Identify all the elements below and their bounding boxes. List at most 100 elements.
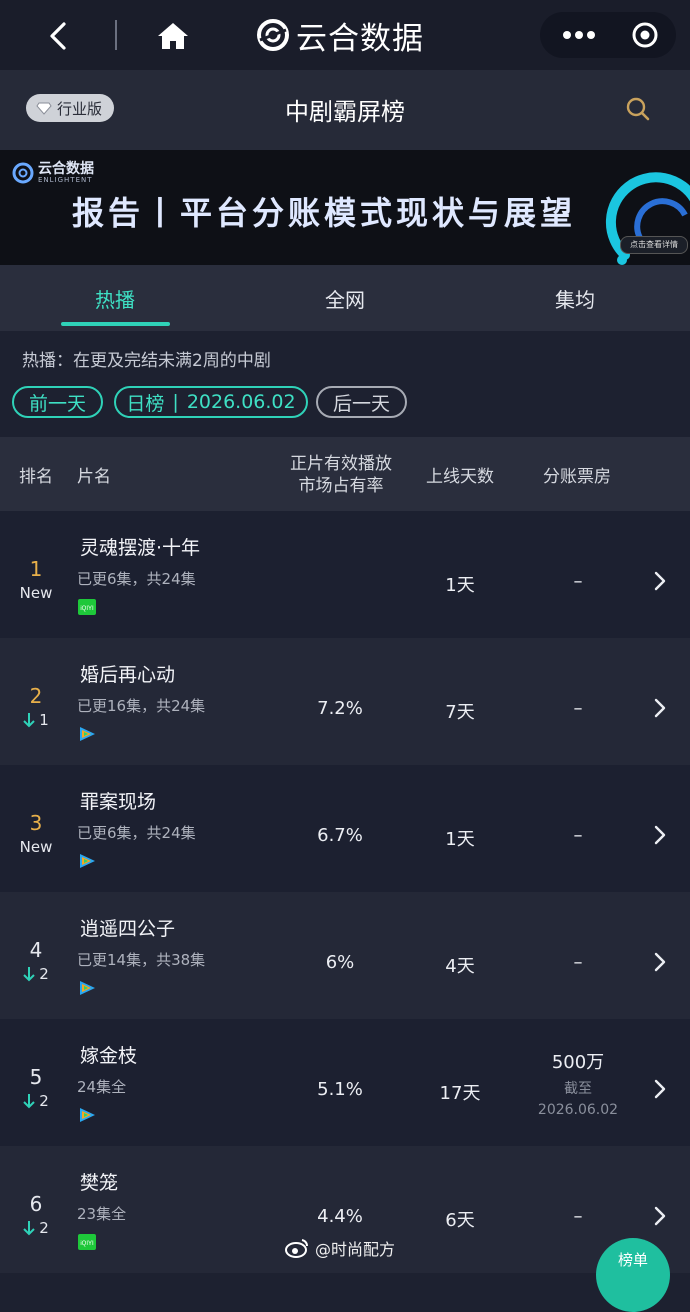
next-day-button[interactable]: 后一天 bbox=[316, 386, 407, 418]
arrow-down-icon bbox=[23, 967, 35, 982]
rank-change: 2 bbox=[0, 1092, 72, 1110]
home-icon bbox=[158, 23, 188, 49]
days-online-value: 1天 bbox=[445, 829, 475, 850]
brand-name: 云合数据 bbox=[296, 20, 424, 57]
more-dots-icon bbox=[563, 31, 595, 39]
rank-number: 2 bbox=[29, 684, 43, 708]
tencent-video-icon bbox=[80, 854, 95, 868]
platform-badge bbox=[78, 1107, 96, 1123]
search-button[interactable] bbox=[618, 92, 658, 126]
rank-change: 1 bbox=[0, 711, 72, 729]
chevron-right-icon[interactable] bbox=[650, 1078, 670, 1100]
episode-status: 24集全 bbox=[77, 1078, 127, 1096]
box-office-value: – bbox=[573, 952, 583, 973]
drama-title: 樊笼 bbox=[80, 1172, 119, 1194]
banner-logo-text: 云合数据 bbox=[38, 161, 94, 177]
arrow-down-icon bbox=[23, 1221, 35, 1236]
days-online-value: 17天 bbox=[439, 1083, 481, 1104]
page-header: 行业版 中剧霸屏榜 bbox=[0, 70, 690, 150]
watermark-text: @时尚配方 bbox=[315, 1240, 396, 1259]
drama-title: 嫁金枝 bbox=[80, 1045, 138, 1067]
rank-change-value: 1 bbox=[39, 711, 49, 729]
table-row[interactable]: 3 New 罪案现场 已更6集，共24集 6.7% 1天 – bbox=[0, 765, 690, 892]
box-office-value: – bbox=[573, 698, 583, 719]
tab-all-network[interactable]: 全网 bbox=[230, 265, 460, 331]
box-office-note-date: 2026.06.02 bbox=[537, 1102, 619, 1118]
rank-number: 4 bbox=[29, 938, 43, 962]
banner-logo: 云合数据 ENLIGHTENT bbox=[12, 162, 94, 184]
arrow-down-icon bbox=[23, 1094, 35, 1109]
episode-status: 已更14集，共38集 bbox=[77, 951, 206, 969]
chevron-right-icon[interactable] bbox=[650, 697, 670, 719]
drama-title: 逍遥四公子 bbox=[80, 918, 176, 940]
home-button[interactable] bbox=[150, 14, 196, 58]
rank-change-value: 2 bbox=[39, 1219, 49, 1237]
rank-new-label: New bbox=[19, 838, 53, 856]
platform-badge: iQIYI bbox=[78, 599, 96, 615]
rank-change: 2 bbox=[0, 965, 72, 983]
rank-change-value: 2 bbox=[39, 965, 49, 983]
active-tab-indicator bbox=[61, 322, 170, 326]
float-board-button[interactable]: 榜单 bbox=[596, 1238, 670, 1312]
chevron-right-icon[interactable] bbox=[650, 824, 670, 846]
back-button[interactable] bbox=[36, 14, 80, 58]
prev-day-button[interactable]: 前一天 bbox=[12, 386, 103, 418]
table-row[interactable]: 2 1 婚后再心动 已更16集，共24集 7.2% 7天 – bbox=[0, 638, 690, 765]
days-online-value: 6天 bbox=[445, 1210, 475, 1231]
platform-badge bbox=[78, 726, 96, 742]
date-label: 2026.06.02 bbox=[186, 391, 296, 413]
chevron-right-icon[interactable] bbox=[650, 951, 670, 973]
platform-badge bbox=[78, 980, 96, 996]
page-title: 中剧霸屏榜 bbox=[285, 98, 405, 126]
market-share-value: 6.7% bbox=[317, 825, 363, 846]
box-office-value: – bbox=[573, 1206, 583, 1227]
tencent-video-icon bbox=[80, 1108, 95, 1122]
market-share-value: 5.1% bbox=[317, 1079, 363, 1100]
arrow-down-icon bbox=[23, 713, 35, 728]
market-share-value: 6% bbox=[325, 952, 355, 973]
tencent-video-icon bbox=[80, 727, 95, 741]
market-share-value: 7.2% bbox=[317, 698, 363, 719]
table-row[interactable]: 4 2 逍遥四公子 已更14集，共38集 6% 4天 – bbox=[0, 892, 690, 1019]
drama-title: 罪案现场 bbox=[80, 791, 157, 813]
svg-text:iQIYI: iQIYI bbox=[80, 1241, 94, 1247]
col-market-share-line1: 正片有效播放 bbox=[290, 454, 392, 474]
box-office-value: – bbox=[573, 825, 583, 846]
svg-text:iQIYI: iQIYI bbox=[80, 606, 94, 612]
yunhe-logo-icon bbox=[257, 19, 289, 51]
market-share-value: 4.4% bbox=[317, 1206, 363, 1227]
platform-badge: iQIYI bbox=[78, 1234, 96, 1250]
tab-per-episode[interactable]: 集均 bbox=[460, 265, 690, 331]
board-type-label: 日榜 bbox=[126, 392, 165, 415]
capsule-menu bbox=[540, 12, 676, 58]
col-market-share: 正片有效播放 市场占有率 bbox=[271, 453, 411, 497]
chevron-right-icon[interactable] bbox=[650, 1205, 670, 1227]
chevron-left-icon bbox=[50, 22, 66, 50]
promo-banner[interactable]: 云合数据 ENLIGHTENT 报告丨平台分账模式现状与展望 点击查看详情 bbox=[0, 150, 690, 265]
more-button[interactable] bbox=[554, 12, 604, 58]
rank-number: 6 bbox=[29, 1192, 43, 1216]
table-row[interactable]: 1 New 灵魂摆渡·十年 已更6集，共24集 iQIYI 1天 – bbox=[0, 511, 690, 638]
col-days-online: 上线天数 bbox=[426, 466, 494, 487]
col-box-office: 分账票房 bbox=[543, 466, 611, 487]
col-rank: 排名 bbox=[19, 466, 53, 487]
rank-change-value: 2 bbox=[39, 1092, 49, 1110]
episode-status: 已更6集，共24集 bbox=[77, 570, 196, 588]
date-selector[interactable]: 日榜 | 2026.06.02 bbox=[114, 386, 308, 418]
iqiyi-icon: iQIYI bbox=[78, 1234, 96, 1250]
banner-cta[interactable]: 点击查看详情 bbox=[620, 236, 688, 254]
table-row[interactable]: 5 2 嫁金枝 24集全 5.1% 17天 500万 截至 2026.06.02 bbox=[0, 1019, 690, 1146]
search-icon bbox=[626, 97, 650, 121]
days-online-value: 1天 bbox=[445, 575, 475, 596]
box-office-note: 截至 2026.06.02 bbox=[520, 1079, 636, 1121]
weibo-watermark: @时尚配方 bbox=[285, 1236, 395, 1260]
platform-badge bbox=[78, 853, 96, 869]
tencent-video-icon bbox=[80, 981, 95, 995]
chevron-right-icon[interactable] bbox=[650, 570, 670, 592]
pipe-divider: | bbox=[172, 391, 179, 413]
board-description: 热播：在更及完结未满2周的中剧 bbox=[22, 351, 271, 371]
yunhe-logo-icon bbox=[12, 162, 34, 184]
close-button[interactable] bbox=[622, 12, 668, 58]
drama-title: 灵魂摆渡·十年 bbox=[80, 537, 201, 559]
box-office-value: – bbox=[573, 571, 583, 592]
